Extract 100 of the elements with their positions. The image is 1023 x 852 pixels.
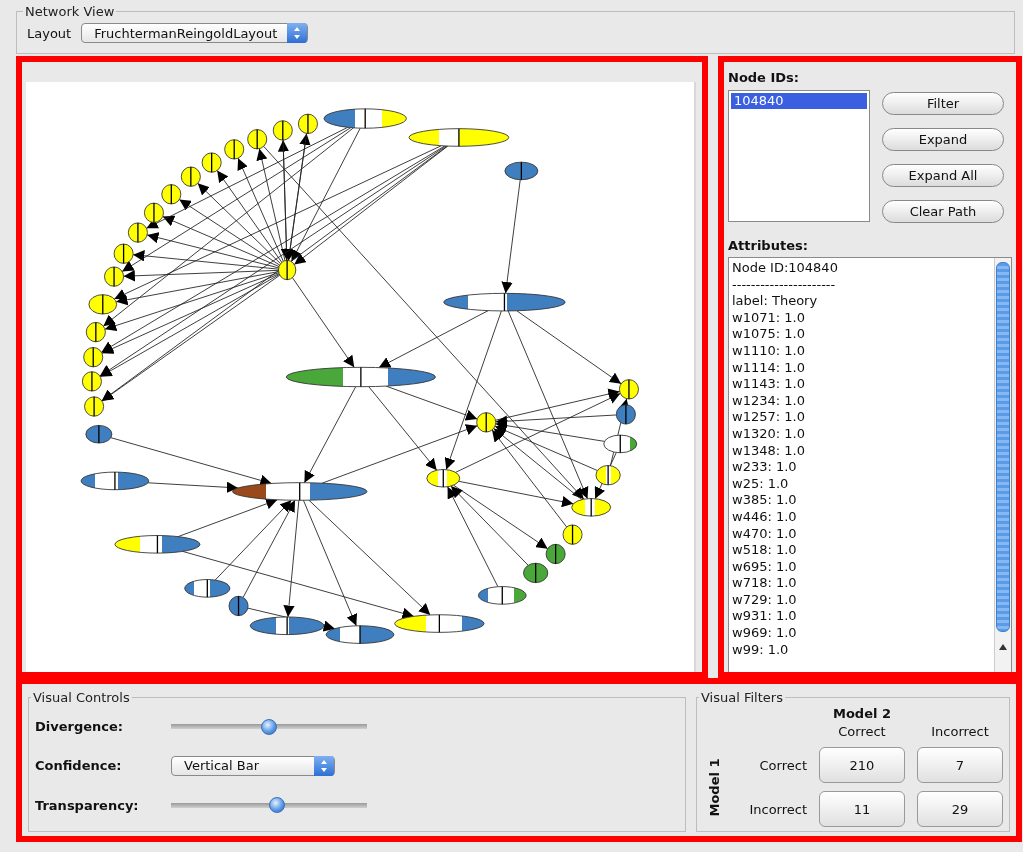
- row-label: Incorrect: [748, 800, 807, 819]
- graph-node[interactable]: [478, 585, 527, 605]
- attribute-line: w931: 1.0: [732, 608, 798, 626]
- graph-node[interactable]: [85, 424, 113, 444]
- graph-node[interactable]: [161, 183, 182, 205]
- attribute-line: w385: 1.0: [732, 492, 798, 509]
- graph-node[interactable]: [114, 534, 201, 554]
- column-group-label: Model 2: [832, 707, 892, 721]
- list-item[interactable]: 104840: [731, 93, 867, 109]
- attributes-label: Attributes:: [728, 238, 809, 253]
- action-button[interactable]: Expand All: [882, 164, 1004, 187]
- column-label: Incorrect: [930, 725, 990, 739]
- attribute-line: w99: 1.0: [732, 641, 790, 659]
- attribute-line: w1071: 1.0: [732, 309, 806, 327]
- graph-node[interactable]: [408, 128, 510, 147]
- graph-node[interactable]: [545, 543, 566, 565]
- attribute-line: w470: 1.0: [732, 525, 798, 543]
- slider-thumb[interactable]: [268, 797, 285, 814]
- graph-node[interactable]: [113, 243, 134, 265]
- count-button[interactable]: 11: [819, 791, 905, 827]
- graph-node[interactable]: [247, 128, 268, 150]
- attribute-line: w518: 1.0: [732, 542, 798, 559]
- graph-node[interactable]: [595, 464, 621, 486]
- attribute-line: w1320: 1.0: [732, 425, 806, 443]
- attribute-line: ----------------------: [732, 276, 837, 294]
- attribute-line: w969: 1.0: [732, 625, 798, 642]
- graph-node[interactable]: [88, 294, 118, 315]
- node-ids-label: Node IDs:: [728, 70, 801, 85]
- row-label: Correct: [758, 756, 807, 775]
- attribute-line: w25: 1.0: [732, 475, 790, 493]
- group-title: Visual Filters: [700, 690, 784, 705]
- scroll-thumb[interactable]: [996, 262, 1010, 632]
- stepper-icon: [287, 23, 308, 43]
- control-label: Divergence:: [35, 719, 125, 735]
- graph-node[interactable]: [523, 562, 549, 584]
- control-label: Confidence:: [35, 758, 123, 774]
- layout-dropdown[interactable]: FruchtermanReingoldLayout: [81, 23, 309, 43]
- action-button[interactable]: Expand: [882, 128, 1004, 151]
- scroll-up-icon[interactable]: [998, 642, 1008, 652]
- row-group-label: Model 1: [706, 758, 722, 816]
- attribute-line: w718: 1.0: [732, 575, 798, 592]
- graph-node[interactable]: [224, 139, 245, 160]
- graph-node[interactable]: [571, 497, 612, 517]
- group-title: Network View: [24, 4, 116, 19]
- graph-node[interactable]: [184, 578, 231, 598]
- graph-node[interactable]: [325, 625, 395, 645]
- attribute-line: w1257: 1.0: [732, 409, 806, 426]
- attribute-line: w446: 1.0: [732, 508, 798, 526]
- graph-node[interactable]: [228, 595, 249, 617]
- graph-node[interactable]: [249, 616, 325, 636]
- graph-node[interactable]: [232, 482, 368, 501]
- group-title: Visual Controls: [32, 690, 131, 705]
- stepper-icon: [314, 756, 334, 776]
- graph-node[interactable]: [80, 471, 150, 491]
- confidence-dropdown[interactable]: Vertical Bar: [171, 756, 335, 776]
- control-label: Transparency:: [35, 797, 140, 813]
- graph-node[interactable]: [144, 202, 164, 224]
- graph-node[interactable]: [394, 614, 485, 634]
- count-button[interactable]: 210: [819, 747, 905, 783]
- layout-label: Layout: [27, 25, 72, 41]
- graph-node[interactable]: [285, 366, 436, 388]
- graph-node[interactable]: [84, 396, 105, 417]
- attribute-line: Node ID:104840: [732, 260, 839, 277]
- attribute-line: label: Theory: [732, 293, 819, 310]
- column-label: Correct: [837, 725, 887, 739]
- graph-node[interactable]: [615, 404, 636, 425]
- graph-node[interactable]: [603, 434, 638, 454]
- graph-node[interactable]: [323, 108, 407, 129]
- action-button[interactable]: Clear Path: [882, 200, 1004, 223]
- graph-node[interactable]: [504, 161, 539, 181]
- scrollbar[interactable]: [994, 258, 1011, 672]
- graph-node[interactable]: [83, 346, 104, 368]
- attribute-line: w1114: 1.0: [732, 359, 806, 377]
- graph-node[interactable]: [426, 468, 461, 488]
- attribute-line: w1348: 1.0: [732, 442, 806, 460]
- attribute-line: w1143: 1.0: [732, 376, 806, 393]
- attribute-line: w695: 1.0: [732, 558, 798, 576]
- graph-node[interactable]: [104, 266, 125, 287]
- graph-node[interactable]: [272, 120, 293, 141]
- graph-node[interactable]: [81, 371, 102, 392]
- count-button[interactable]: 29: [917, 791, 1003, 827]
- graph-node[interactable]: [476, 412, 497, 433]
- graph-node[interactable]: [201, 152, 222, 173]
- count-button[interactable]: 7: [917, 747, 1003, 783]
- graph-node[interactable]: [85, 321, 106, 343]
- attribute-line: w233: 1.0: [732, 459, 798, 476]
- attribute-line: w1110: 1.0: [732, 342, 806, 360]
- graph-node[interactable]: [618, 379, 639, 400]
- attribute-line: w729: 1.0: [732, 591, 798, 609]
- graph-node[interactable]: [297, 113, 318, 135]
- graph-node[interactable]: [180, 166, 201, 187]
- graph-node[interactable]: [443, 292, 566, 312]
- graph-node[interactable]: [562, 524, 583, 545]
- node-id-list[interactable]: 104840: [728, 90, 870, 222]
- action-button[interactable]: Filter: [882, 92, 1004, 115]
- graph-node[interactable]: [127, 222, 148, 243]
- slider-thumb[interactable]: [261, 718, 277, 735]
- attribute-line: w1075: 1.0: [732, 326, 806, 343]
- graph-node[interactable]: [278, 259, 297, 281]
- attribute-line: w1234: 1.0: [732, 392, 806, 410]
